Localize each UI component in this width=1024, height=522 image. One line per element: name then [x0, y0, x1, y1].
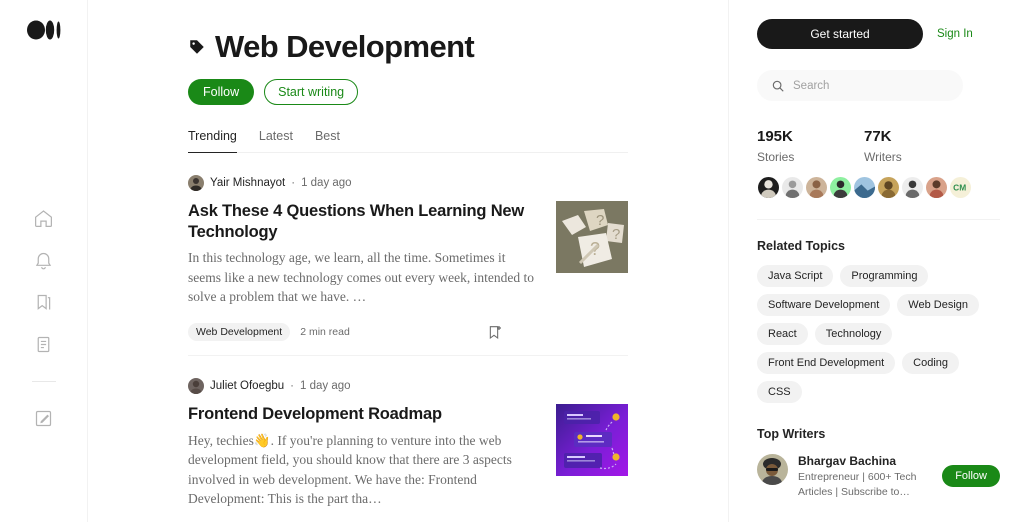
avatar[interactable] [757, 454, 788, 485]
write-icon[interactable] [32, 406, 56, 430]
left-sidebar [0, 0, 88, 522]
search-box[interactable] [757, 70, 963, 101]
auth-row: Get started Sign In [757, 19, 1000, 49]
stat-stories: 195K Stories [757, 128, 864, 164]
article-tag[interactable]: Web Development [188, 323, 291, 342]
article-title[interactable]: Ask These 4 Questions When Learning New … [188, 201, 540, 242]
tab-trending[interactable]: Trending [188, 129, 237, 154]
article-read-time: 2 min read [300, 326, 350, 339]
medium-topic-page: Web Development Follow Start writing Tre… [0, 0, 1024, 522]
top-writers-heading: Top Writers [757, 427, 826, 441]
avatar[interactable] [188, 175, 204, 192]
topic-chip[interactable]: Programming [840, 265, 929, 287]
svg-text:?: ? [596, 212, 604, 229]
topic-chip[interactable]: React [757, 323, 808, 345]
right-sidebar: Get started Sign In 195K Stories 77K Wri… [728, 0, 1024, 522]
article-footer: Web Development 2 min read [188, 323, 628, 355]
topic-header: Web Development [188, 29, 628, 64]
stat-writers: 77K Writers [864, 128, 971, 164]
medium-logo-icon[interactable] [26, 19, 61, 41]
topic-chip[interactable]: CSS [757, 381, 802, 403]
avatar[interactable] [901, 176, 924, 199]
avatar[interactable] [805, 176, 828, 199]
article-card[interactable]: Juliet Ofoegbu · 1 day ago Frontend Deve… [188, 356, 628, 522]
stat-label: Writers [864, 150, 902, 164]
bookmark-icon[interactable] [32, 290, 56, 314]
svg-text:?: ? [612, 226, 620, 243]
tab-best[interactable]: Best [315, 129, 340, 152]
rail-nav [31, 206, 56, 430]
follow-writer-button[interactable]: Follow [942, 465, 1000, 487]
avatar[interactable] [781, 176, 804, 199]
byline-separator: · [290, 380, 295, 393]
writer-name[interactable]: Bhargav Bachina [798, 454, 932, 468]
related-topics-list: Java Script Programming Software Develop… [757, 265, 987, 403]
follow-topic-button[interactable]: Follow [188, 79, 255, 106]
topic-chip[interactable]: Software Development [757, 294, 891, 316]
topic-chip[interactable]: Coding [902, 352, 960, 374]
top-writer-item[interactable]: Bhargav Bachina Entrepreneur | 600+ Tech… [757, 454, 1000, 500]
article-excerpt: Hey, techies👋. If you're planning to ven… [188, 432, 512, 507]
search-input[interactable] [793, 79, 943, 92]
avatar[interactable] [853, 176, 876, 199]
search-icon [771, 79, 785, 93]
tab-latest[interactable]: Latest [259, 129, 293, 152]
topic-chip[interactable]: Web Design [897, 294, 979, 316]
article-excerpt: In this technology age, we learn, all th… [188, 250, 535, 305]
writer-avatar-row: CM [757, 176, 1000, 199]
avatar[interactable] [188, 378, 204, 395]
tag-icon [188, 38, 206, 56]
topic-chip[interactable]: Java Script [757, 265, 834, 287]
article-thumbnail[interactable]: ? ? ? [556, 201, 628, 274]
topic-chip[interactable]: Technology [814, 323, 893, 345]
rail-divider [31, 381, 56, 382]
author-name[interactable]: Yair Mishnayot [210, 177, 285, 189]
article-time: 1 day ago [301, 177, 352, 190]
stat-label: Stories [757, 150, 795, 164]
avatar[interactable]: CM [949, 176, 972, 199]
avatar[interactable] [925, 176, 948, 199]
start-writing-button[interactable]: Start writing [264, 79, 359, 106]
bookmark-plus-icon[interactable] [487, 324, 503, 340]
main-content: Web Development Follow Start writing Tre… [88, 0, 728, 522]
avatar[interactable] [757, 176, 780, 199]
sign-in-link[interactable]: Sign In [937, 28, 973, 40]
topic-actions: Follow Start writing [188, 79, 628, 106]
get-started-button[interactable]: Get started [757, 19, 923, 49]
home-icon[interactable] [32, 206, 56, 230]
writer-bio: Entrepreneur | 600+ Tech Articles | Subs… [798, 471, 917, 499]
byline-separator: · [291, 177, 296, 190]
avatar[interactable] [829, 176, 852, 199]
article-thumbnail[interactable] [556, 404, 628, 477]
bell-icon[interactable] [32, 248, 56, 272]
article-card[interactable]: Yair Mishnayot · 1 day ago Ask These 4 Q… [188, 153, 628, 357]
stat-number: 77K [864, 128, 892, 145]
article-byline: Juliet Ofoegbu · 1 day ago [188, 378, 628, 395]
avatar[interactable] [877, 176, 900, 199]
svg-text:CM: CM [953, 183, 966, 193]
stat-number: 195K [757, 128, 793, 145]
topic-chip[interactable]: Front End Development [757, 352, 896, 374]
feed-tabs: Trending Latest Best [188, 129, 628, 154]
related-topics-heading: Related Topics [757, 239, 845, 253]
article-icon[interactable] [32, 332, 56, 356]
author-name[interactable]: Juliet Ofoegbu [210, 380, 284, 392]
sidebar-divider [757, 219, 1000, 220]
page-title: Web Development [215, 29, 475, 64]
article-byline: Yair Mishnayot · 1 day ago [188, 175, 628, 192]
article-title[interactable]: Frontend Development Roadmap [188, 404, 540, 425]
article-time: 1 day ago [300, 380, 351, 393]
topic-stats: 195K Stories 77K Writers [757, 128, 1000, 164]
